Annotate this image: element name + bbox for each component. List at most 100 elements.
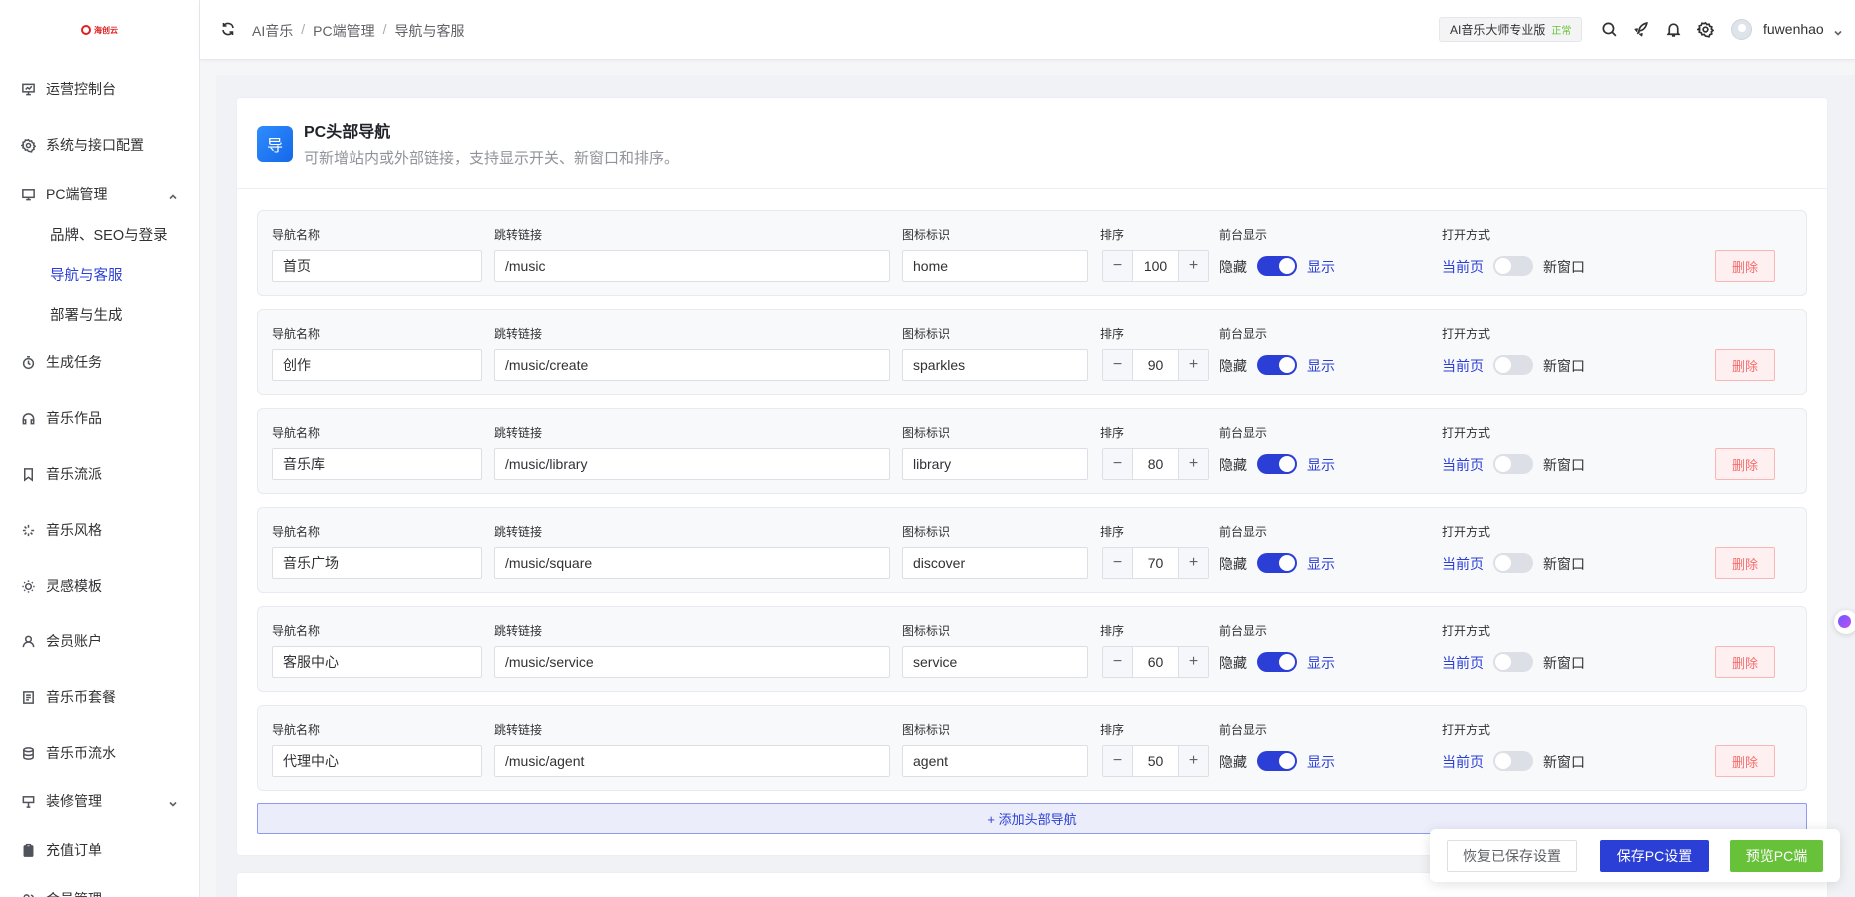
display-toggle[interactable] [1257,355,1297,375]
chevron-down-icon[interactable] [1833,25,1843,36]
open-mode-label: 打开方式 [1442,525,1491,539]
nav-icon-input[interactable]: agent [902,745,1088,777]
nav-link-input[interactable]: /music [494,250,890,282]
nav-icon-input[interactable]: sparkles [902,349,1088,381]
search-icon[interactable] [1601,21,1618,38]
sort-value[interactable]: 60 [1133,647,1178,677]
increment-button[interactable]: + [1178,548,1208,578]
delete-button[interactable]: 删除 [1715,448,1775,480]
sort-label: 排序 [1100,525,1125,539]
delete-button[interactable]: 删除 [1715,646,1775,678]
sidebar-item-coin-packages[interactable]: 音乐币套餐 [0,677,199,717]
nav-icon-input[interactable]: library [902,448,1088,480]
sidebar-subitem-deploy[interactable]: 部署与生成 [0,294,199,334]
decrement-button[interactable]: − [1103,251,1133,281]
breadcrumb-item[interactable]: AI音乐 [252,21,293,41]
nav-link-input[interactable]: /music/service [494,646,890,678]
display-toggle[interactable] [1257,454,1297,474]
username[interactable]: fuwenhao [1763,21,1824,37]
display-label: 前台显示 [1219,723,1268,737]
nav-link-input[interactable]: /music/library [494,448,890,480]
new-window-toggle[interactable] [1493,454,1533,474]
sidebar-item-recharge-orders[interactable]: 充值订单 [0,830,199,870]
nav-link-input[interactable]: /music/square [494,547,890,579]
icon-label: 图标标识 [902,525,951,539]
sidebar-item-coin-ledger[interactable]: 音乐币流水 [0,733,199,773]
delete-button[interactable]: 删除 [1715,250,1775,282]
sidebar-item-genres[interactable]: 音乐流派 [0,454,199,494]
current-page-label: 当前页 [1442,457,1484,473]
nav-link-input[interactable]: /music/create [494,349,890,381]
delete-button[interactable]: 删除 [1715,745,1775,777]
toggle-knob [1495,258,1511,274]
bell-icon[interactable] [1665,21,1682,38]
link-label: 跳转链接 [494,525,543,539]
sidebar-item-member-management[interactable]: 会员管理 [0,879,199,897]
logo[interactable]: 海创云 [0,0,199,60]
sidebar-item-dashboard[interactable]: 运营控制台 [0,69,199,109]
sidebar-item-music-works[interactable]: 音乐作品 [0,398,199,438]
sidebar-item-system-config[interactable]: 系统与接口配置 [0,125,199,165]
sort-value[interactable]: 90 [1133,350,1178,380]
sort-value[interactable]: 80 [1133,449,1178,479]
decrement-button[interactable]: − [1103,746,1133,776]
sidebar-item-members[interactable]: 会员账户 [0,621,199,661]
avatar[interactable] [1731,19,1752,40]
nav-name-input[interactable]: 音乐库 [272,448,482,480]
new-window-toggle[interactable] [1493,256,1533,276]
nav-link-input[interactable]: /music/agent [494,745,890,777]
increment-button[interactable]: + [1178,251,1208,281]
sort-value[interactable]: 100 [1133,251,1178,281]
assistant-float-icon[interactable] [1834,610,1855,634]
nav-row: 导航名称 跳转链接 图标标识 排序 前台显示 打开方式 代理中心/music/agent ag… [257,705,1807,791]
new-window-toggle[interactable] [1493,652,1533,672]
sidebar: 海创云 运营控制台 系统与接口配置 PC端管理 品牌、SEO与登录 导航与客服 … [0,0,200,897]
sidebar-item-styles[interactable]: 音乐风格 [0,510,199,550]
settings-icon[interactable] [1696,21,1715,38]
nav-name-input[interactable]: 客服中心 [272,646,482,678]
new-window-toggle[interactable] [1493,355,1533,375]
new-window-toggle[interactable] [1493,751,1533,771]
sparkle-icon [20,522,36,538]
sort-value[interactable]: 50 [1133,746,1178,776]
refresh-icon[interactable] [220,21,236,37]
nav-name-input[interactable]: 创作 [272,349,482,381]
decrement-button[interactable]: − [1103,548,1133,578]
sidebar-item-templates[interactable]: 灵感模板 [0,566,199,606]
increment-button[interactable]: + [1178,647,1208,677]
increment-button[interactable]: + [1178,746,1208,776]
preview-pc-button[interactable]: 预览PC端 [1730,840,1823,872]
nav-name-input[interactable]: 音乐广场 [272,547,482,579]
display-toggle[interactable] [1257,553,1297,573]
nav-name-input[interactable]: 首页 [272,250,482,282]
sidebar-subitem-nav-service[interactable]: 导航与客服 [0,254,199,294]
decrement-button[interactable]: − [1103,647,1133,677]
delete-button[interactable]: 删除 [1715,547,1775,579]
increment-button[interactable]: + [1178,449,1208,479]
decrement-button[interactable]: − [1103,449,1133,479]
sidebar-item-decoration[interactable]: 装修管理 [0,781,199,821]
display-toggle[interactable] [1257,652,1297,672]
current-page-label: 当前页 [1442,259,1484,275]
new-window-toggle[interactable] [1493,553,1533,573]
breadcrumb-item[interactable]: PC端管理 [313,21,374,41]
headphones-icon [20,410,36,426]
nav-name-input[interactable]: 代理中心 [272,745,482,777]
sort-value[interactable]: 70 [1133,548,1178,578]
save-pc-settings-button[interactable]: 保存PC设置 [1600,840,1709,872]
nav-icon-input[interactable]: home [902,250,1088,282]
sidebar-item-label: 音乐作品 [46,410,102,426]
delete-button[interactable]: 删除 [1715,349,1775,381]
nav-icon-input[interactable]: service [902,646,1088,678]
rocket-icon[interactable] [1633,21,1650,38]
sidebar-item-pc-management[interactable]: PC端管理 [0,174,199,214]
sidebar-subitem-brand-seo[interactable]: 品牌、SEO与登录 [0,214,199,254]
decrement-button[interactable]: − [1103,350,1133,380]
show-label: 显示 [1307,259,1335,275]
restore-settings-button[interactable]: 恢复已保存设置 [1447,840,1577,872]
sidebar-item-tasks[interactable]: 生成任务 [0,342,199,382]
increment-button[interactable]: + [1178,350,1208,380]
display-toggle[interactable] [1257,256,1297,276]
display-toggle[interactable] [1257,751,1297,771]
nav-icon-input[interactable]: discover [902,547,1088,579]
